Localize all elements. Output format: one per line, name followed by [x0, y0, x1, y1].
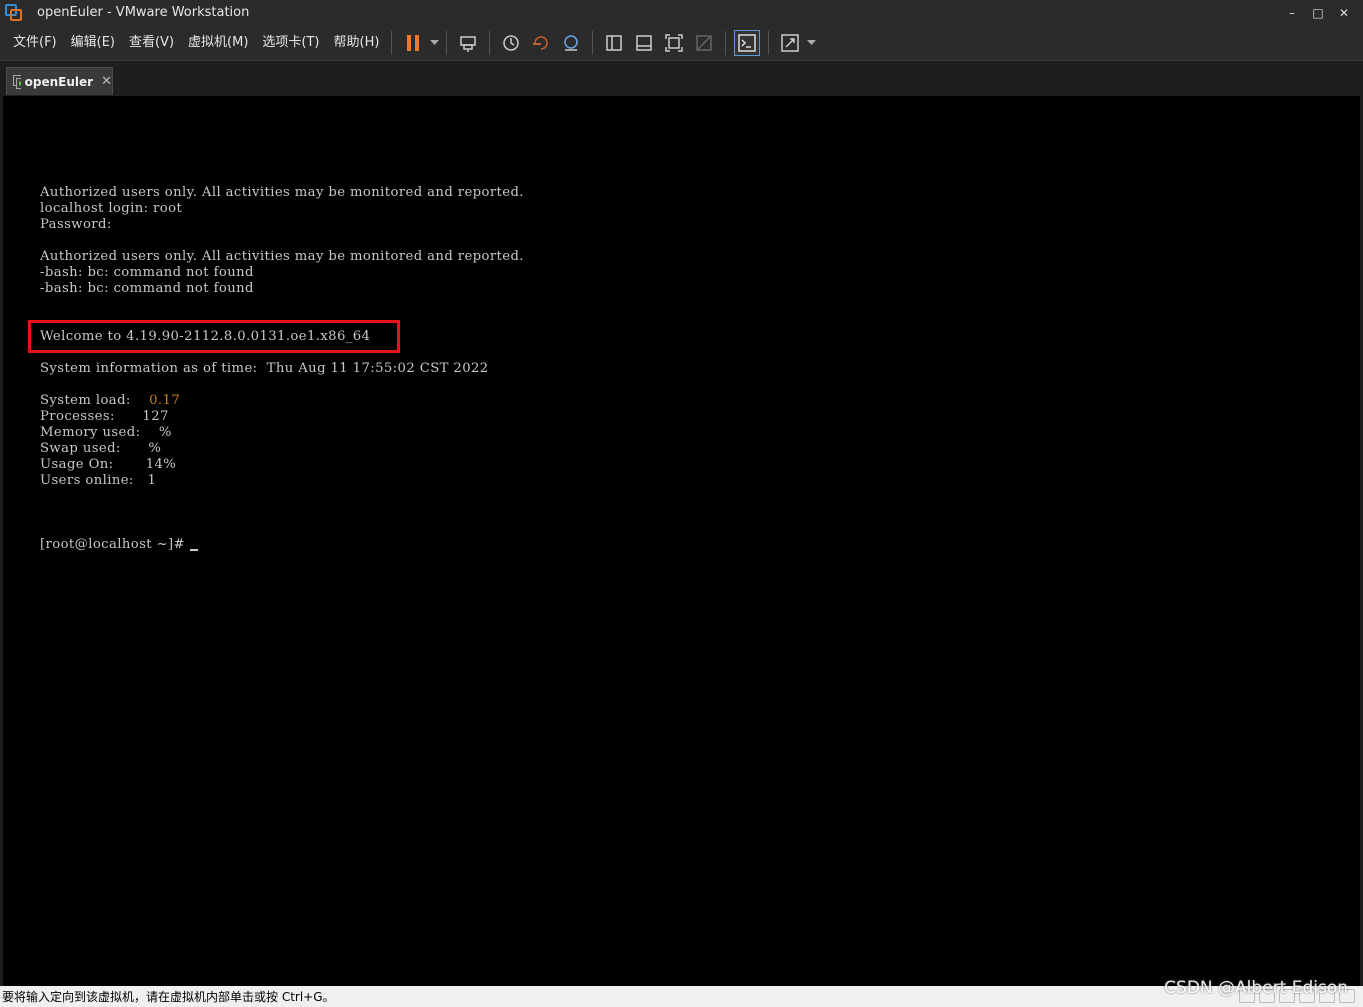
- sysinfo-key: Users online:: [40, 473, 148, 488]
- menu-help[interactable]: 帮助(H): [328, 31, 386, 55]
- tab-openeuler[interactable]: openEuler ✕: [6, 67, 113, 95]
- watermark: CSDN @Albert Edison: [1164, 978, 1348, 998]
- sysinfo-key: Processes:: [40, 409, 143, 424]
- menu-edit[interactable]: 编辑(E): [65, 31, 121, 55]
- console-view-icon: [738, 33, 757, 52]
- toolbar-separator: [446, 30, 448, 55]
- vmware-logo-icon: [5, 4, 22, 21]
- maximize-button[interactable]: □: [1305, 0, 1331, 25]
- sysinfo-row: Memory used: %: [40, 425, 524, 441]
- pause-button[interactable]: [400, 30, 426, 56]
- send-ctrl-alt-del-icon: [460, 35, 477, 52]
- status-text: 要将输入定向到该虚拟机，请在虚拟机内部单击或按 Ctrl+G。: [2, 990, 335, 1004]
- menu-toolbar: 文件(F) 编辑(E) 查看(V) 虚拟机(M) 选项卡(T) 帮助(H): [0, 25, 1363, 61]
- dropdown-arrow-icon: [429, 39, 439, 45]
- full-screen-icon: [665, 33, 684, 52]
- unity-icon: [696, 34, 713, 51]
- terminal-line: Authorized users only. All activities ma…: [40, 185, 524, 200]
- sysinfo-key: Swap used:: [40, 441, 149, 456]
- toolbar-separator: [489, 30, 491, 55]
- send-ctrl-alt-del-button[interactable]: [455, 30, 481, 56]
- sysinfo-value: 1: [147, 473, 157, 488]
- toolbar-separator: [592, 30, 594, 55]
- terminal-line: Authorized users only. All activities ma…: [40, 249, 524, 264]
- terminal-output: Authorized users only. All activities ma…: [40, 185, 524, 553]
- thumbnail-bar-icon: [636, 34, 653, 51]
- status-bar: 要将输入定向到该虚拟机，请在虚拟机内部单击或按 Ctrl+G。: [0, 986, 1363, 1007]
- unity-button[interactable]: [691, 30, 717, 56]
- menu-file[interactable]: 文件(F): [7, 31, 63, 55]
- terminal-line: Password:: [40, 217, 112, 232]
- prompt-text: [root@localhost ~]#: [40, 537, 190, 552]
- vm-running-icon: [13, 74, 21, 89]
- sysinfo-row: Usage On: 14%: [40, 457, 524, 473]
- snapshot-manager-button[interactable]: [558, 30, 584, 56]
- sysinfo-value: 0.17: [149, 393, 181, 408]
- full-screen-button[interactable]: [661, 30, 687, 56]
- stretch-dropdown-button[interactable]: [805, 30, 817, 56]
- pause-icon: [407, 34, 420, 51]
- toolbar-separator: [725, 30, 727, 55]
- window-controls: – □ ✕: [1279, 0, 1357, 25]
- close-button[interactable]: ✕: [1331, 0, 1357, 25]
- terminal-line: -bash: bc: command not found: [40, 281, 254, 296]
- menu-tabs[interactable]: 选项卡(T): [256, 31, 325, 55]
- sidebar-view-icon: [606, 34, 623, 51]
- console-view-button[interactable]: [734, 29, 761, 56]
- shell-prompt[interactable]: [root@localhost ~]#: [40, 537, 524, 553]
- sysinfo-key: Memory used:: [40, 425, 159, 440]
- toolbar-separator: [391, 30, 393, 55]
- snapshot-manager-icon: [564, 34, 579, 51]
- sysinfo-key: System load:: [40, 393, 150, 408]
- title-bar[interactable]: openEuler - VMware Workstation – □ ✕: [0, 0, 1363, 25]
- snapshot-icon: [503, 34, 520, 51]
- take-snapshot-button[interactable]: [498, 30, 524, 56]
- show-library-button[interactable]: [601, 30, 627, 56]
- sysinfo-value: %: [148, 441, 162, 456]
- text-cursor: [189, 549, 198, 551]
- menu-vm[interactable]: 虚拟机(M): [182, 31, 254, 55]
- vm-console[interactable]: Authorized users only. All activities ma…: [3, 96, 1360, 986]
- dropdown-arrow-icon: [806, 39, 816, 45]
- menu-view[interactable]: 查看(V): [123, 31, 180, 55]
- toolbar-separator: [768, 30, 770, 55]
- sysinfo-row: Processes: 127: [40, 409, 524, 425]
- vm-tab-strip: openEuler ✕: [0, 62, 1363, 96]
- tab-label: openEuler: [24, 74, 94, 89]
- sysinfo-row: System load: 0.17: [40, 393, 524, 409]
- sysinfo-key: Usage On:: [40, 457, 146, 472]
- window-title: openEuler - VMware Workstation: [37, 5, 250, 20]
- terminal-line: -bash: bc: command not found: [40, 265, 254, 280]
- revert-snapshot-icon: [533, 35, 549, 50]
- close-tab-icon[interactable]: ✕: [101, 74, 112, 89]
- terminal-line: localhost login: root: [40, 201, 183, 216]
- power-dropdown-button[interactable]: [428, 30, 440, 56]
- revert-snapshot-button[interactable]: [528, 30, 554, 56]
- terminal-line: System information as of time: Thu Aug 1…: [40, 361, 489, 376]
- sysinfo-row: Users online: 1: [40, 473, 524, 489]
- sysinfo-value: 14%: [145, 457, 177, 472]
- sysinfo-value: %: [158, 425, 172, 440]
- thumbnail-bar-button[interactable]: [631, 30, 657, 56]
- stretch-guest-button[interactable]: [777, 30, 803, 56]
- sysinfo-value: 127: [142, 409, 169, 424]
- sysinfo-row: Swap used: %: [40, 441, 524, 457]
- stretch-guest-icon: [781, 33, 800, 52]
- minimize-button[interactable]: –: [1279, 0, 1305, 25]
- highlight-box: [28, 320, 400, 353]
